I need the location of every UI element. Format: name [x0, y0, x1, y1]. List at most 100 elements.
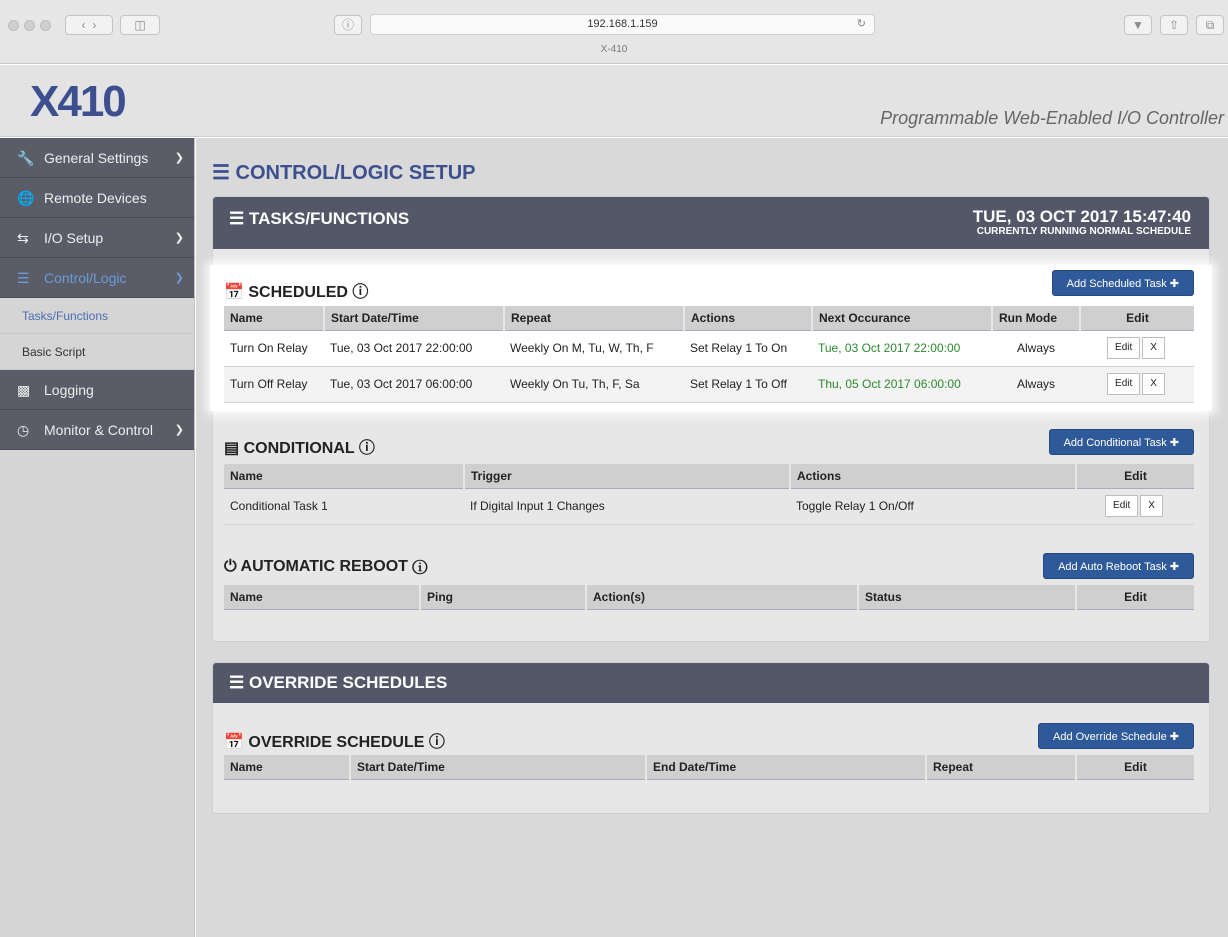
delete-button[interactable]: X — [1142, 337, 1165, 359]
sidebar-item-control-logic[interactable]: ☰ Control/Logic ❯ — [0, 258, 194, 298]
share-icon[interactable]: ⇧ — [1160, 15, 1188, 35]
add-conditional-task-button[interactable]: Add Conditional Task ✚ — [1048, 429, 1194, 455]
conditional-table: Name Trigger Actions Edit Conditional Ta… — [224, 464, 1194, 525]
server-icon: ☰ — [212, 162, 230, 184]
sidebar-subitem-basic-script[interactable]: Basic Script — [0, 334, 194, 370]
delete-button[interactable]: X — [1140, 495, 1163, 517]
plus-icon: ✚ — [1169, 437, 1179, 449]
calendar-icon: 📅 — [224, 284, 244, 301]
column-header[interactable]: Name — [224, 585, 420, 610]
column-header[interactable]: Repeat — [503, 306, 684, 331]
server-icon: ☰ — [17, 270, 30, 286]
scheduled-table: Name Start Date/Time Repeat Actions Next… — [224, 306, 1194, 403]
url-text: 192.168.1.159 — [587, 18, 658, 30]
main-content: ☰ CONTROL/LOGIC SETUP ☰ TASKS/FUNCTIONS … — [196, 138, 1228, 937]
task-actions: Set Relay 1 To Off — [684, 366, 812, 403]
sidebar-toggle-icon[interactable]: ◫ — [120, 15, 160, 35]
column-header[interactable]: Action(s) — [585, 585, 858, 610]
task-actions: Toggle Relay 1 On/Off — [790, 488, 1076, 525]
column-header[interactable]: Next Occurance — [811, 306, 992, 331]
section-title: 📅 SCHEDULED ⓘ — [224, 284, 369, 301]
conditional-section: ▤ CONDITIONAL ⓘ Add Conditional Task ✚ N… — [224, 428, 1194, 526]
chevron-down-icon: ❯ — [174, 272, 184, 284]
calendar-icon: 📅 — [224, 734, 244, 751]
back-forward-buttons[interactable]: ‹ › — [65, 15, 113, 35]
column-header[interactable]: Actions — [683, 306, 812, 331]
column-header[interactable]: Actions — [789, 464, 1076, 489]
edit-cell: Edit X — [1080, 330, 1194, 367]
sidebar-item-remote-devices[interactable]: 🌐 Remote Devices — [0, 178, 194, 218]
add-override-schedule-button[interactable]: Add Override Schedule ✚ — [1037, 723, 1194, 749]
column-header[interactable]: Edit — [1079, 306, 1194, 331]
task-name: Conditional Task 1 — [224, 488, 464, 525]
minimize-window-dot-icon[interactable] — [24, 20, 35, 31]
auto-reboot-section: ⏻ AUTOMATIC REBOOT ⓘ Add Auto Reboot Tas… — [224, 552, 1194, 616]
edit-button[interactable]: Edit — [1105, 495, 1139, 517]
globe-icon: 🌐 — [17, 190, 35, 206]
list-icon: ☰ — [229, 209, 245, 228]
sidebar-item-label: Logging — [44, 382, 94, 398]
browser-chrome: ‹ › ◫ ⓘ 192.168.1.159 ↻ ▼ ⇧ ⧉ X-410 — [0, 0, 1228, 64]
info-circle-icon[interactable]: ⓘ — [412, 558, 427, 575]
task-repeat: Weekly On Tu, Th, F, Sa — [504, 366, 684, 403]
tagline: Programmable Web-Enabled I/O Controller — [880, 108, 1224, 128]
edit-button[interactable]: Edit — [1107, 337, 1141, 359]
reload-icon[interactable]: ↻ — [857, 15, 866, 34]
add-auto-reboot-task-button[interactable]: Add Auto Reboot Task ✚ — [1043, 553, 1194, 579]
schedule-status: CURRENTLY RUNNING NORMAL SCHEDULE — [976, 226, 1191, 237]
info-icon[interactable]: ⓘ — [334, 15, 362, 35]
column-header[interactable]: Run Mode — [991, 306, 1080, 331]
download-icon[interactable]: ▼ — [1124, 15, 1152, 35]
column-header[interactable]: Start Date/Time — [323, 306, 504, 331]
sidebar-item-logging[interactable]: ▩ Logging — [0, 370, 194, 410]
column-header[interactable]: Edit — [1075, 585, 1194, 610]
x410-logo[interactable]: X410 — [30, 77, 127, 127]
info-circle-icon[interactable]: ⓘ — [352, 284, 368, 301]
address-bar[interactable]: 192.168.1.159 ↻ — [370, 14, 875, 35]
column-header[interactable]: Edit — [1075, 464, 1194, 489]
sidebar-item-label: Monitor & Control — [44, 422, 153, 438]
power-icon: ⏻ — [224, 558, 237, 575]
column-header[interactable]: End Date/Time — [645, 755, 926, 780]
task-start: Tue, 03 Oct 2017 06:00:00 — [324, 366, 504, 403]
list-icon: ☰ — [229, 673, 245, 692]
tabs-icon[interactable]: ⧉ — [1196, 15, 1224, 35]
table-header-row: Name Start Date/Time Repeat Actions Next… — [224, 306, 1194, 331]
column-header[interactable]: Ping — [419, 585, 586, 610]
zoom-window-dot-icon[interactable] — [40, 20, 51, 31]
info-circle-icon[interactable]: ⓘ — [429, 734, 445, 751]
sidebar-item-general-settings[interactable]: 🔧 General Settings ❯ — [0, 138, 194, 178]
tasks-panel-header: ☰ TASKS/FUNCTIONS TUE, 03 OCT 2017 15:47… — [213, 197, 1209, 249]
task-next-occurrence: Thu, 05 Oct 2017 06:00:00 — [812, 366, 992, 403]
add-scheduled-task-button[interactable]: Add Scheduled Task ✚ — [1051, 270, 1194, 296]
table-header-row: Name Start Date/Time End Date/Time Repea… — [224, 755, 1194, 780]
section-title: ▤ CONDITIONAL ⓘ — [224, 440, 375, 457]
close-window-dot-icon[interactable] — [8, 20, 19, 31]
column-header[interactable]: Name — [224, 464, 464, 489]
edit-button[interactable]: Edit — [1107, 373, 1141, 395]
task-trigger: If Digital Input 1 Changes — [464, 488, 790, 525]
section-title: ⏻ AUTOMATIC REBOOT ⓘ — [224, 558, 428, 575]
sidebar-subitem-tasks-functions[interactable]: Tasks/Functions — [0, 298, 194, 334]
column-header[interactable]: Start Date/Time — [349, 755, 646, 780]
column-header[interactable]: Name — [224, 755, 350, 780]
task-run-mode: Always — [992, 366, 1080, 403]
sidebar-item-io-setup[interactable]: ⇆ I/O Setup ❯ — [0, 218, 194, 258]
column-header[interactable]: Status — [857, 585, 1076, 610]
column-header[interactable]: Edit — [1075, 755, 1194, 780]
plus-icon: ✚ — [1169, 731, 1179, 743]
list-alt-icon: ▤ — [224, 440, 240, 457]
page: ‹ › ◫ ⓘ 192.168.1.159 ↻ ▼ ⇧ ⧉ X-410 X410… — [0, 0, 1228, 937]
delete-button[interactable]: X — [1142, 373, 1165, 395]
bar-chart-icon: ▩ — [17, 382, 31, 398]
page-title: ☰ CONTROL/LOGIC SETUP — [212, 162, 476, 184]
task-next-occurrence: Tue, 03 Oct 2017 22:00:00 — [812, 330, 992, 367]
chevron-down-icon: ❯ — [174, 152, 184, 164]
gauge-icon: ◷ — [17, 422, 30, 438]
info-circle-icon[interactable]: ⓘ — [359, 440, 375, 457]
sidebar-item-monitor-control[interactable]: ◷ Monitor & Control ❯ — [0, 410, 194, 450]
sidebar-item-label: Remote Devices — [44, 190, 147, 206]
column-header[interactable]: Name — [224, 306, 324, 331]
column-header[interactable]: Trigger — [463, 464, 790, 489]
column-header[interactable]: Repeat — [925, 755, 1076, 780]
